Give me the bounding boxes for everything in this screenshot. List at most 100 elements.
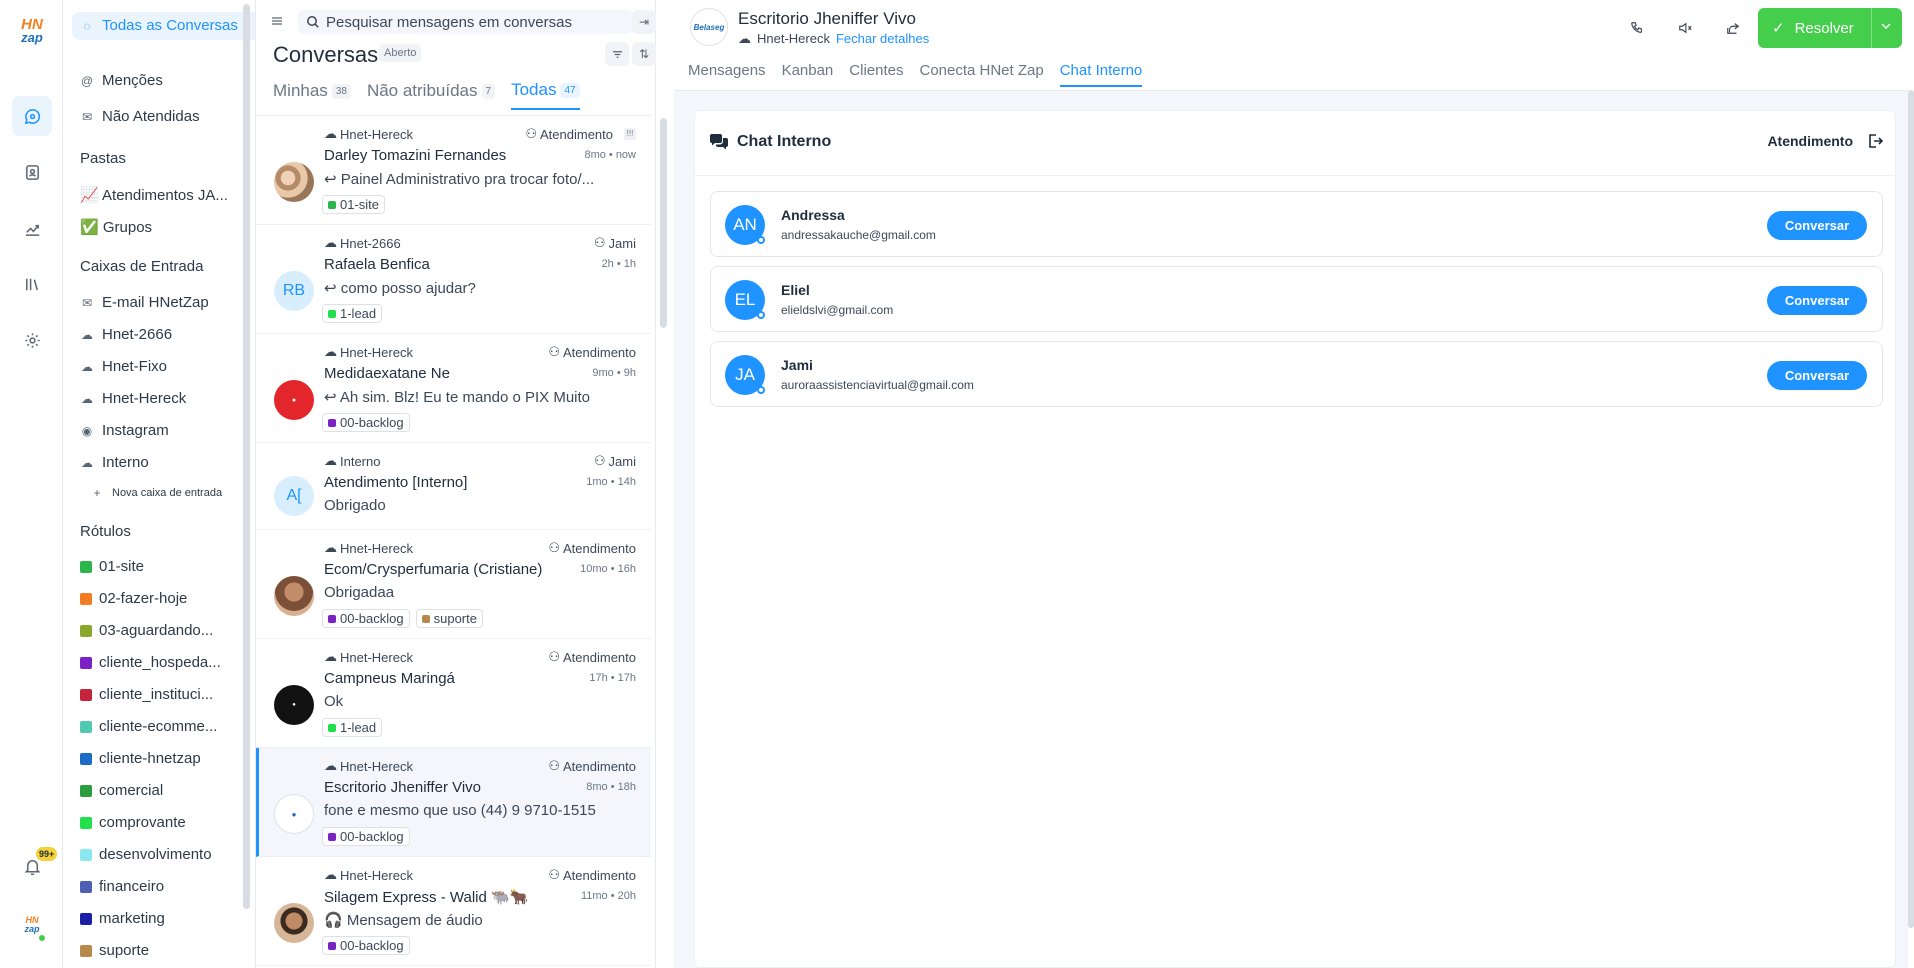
sidebar-item-label: 01-site — [99, 558, 145, 575]
mute-icon[interactable] — [1674, 17, 1696, 39]
tab-all[interactable]: Todas 47 — [511, 80, 580, 110]
search-input[interactable] — [326, 13, 626, 31]
conversation-row[interactable]: ● ☁ Hnet-Hereck ⚇ Atendimento Campneus Mar… — [256, 639, 651, 748]
assignee-label: Atendimento — [563, 758, 636, 774]
online-status-dot — [757, 236, 765, 244]
contact-name: Silagem Express - Walid 🐃🐂 — [324, 889, 529, 906]
label-list: 00-backlog — [322, 413, 410, 432]
sidebar-item-label: cliente_instituci... — [99, 686, 214, 703]
share-icon[interactable] — [1722, 17, 1744, 39]
sort-icon[interactable]: ⇅ — [632, 42, 656, 66]
inbox-label: Hnet-Hereck — [340, 540, 413, 556]
conversation-row[interactable]: ● ☁ Hnet-Hereck ⚇ Atendimento Medidaexatan… — [256, 334, 651, 443]
timestamp: 11mo • 20h — [580, 890, 636, 902]
inbox-label: Hnet-Hereck — [757, 31, 830, 46]
conversation-row[interactable]: A[ ☁ Interno ⚇ Jami Atendimento [Interno] … — [256, 443, 651, 530]
label-chip: 00-backlog — [322, 827, 410, 846]
sidebar-item-label: Instagram — [102, 422, 169, 439]
contact-name: Darley Tomazini Fernandes — [324, 147, 507, 164]
conversations-nav-icon[interactable] — [12, 96, 52, 136]
conversation-row-selected[interactable]: ● ☁ Hnet-Hereck ⚇ Atendimento Escritorio J… — [256, 748, 651, 857]
avatar — [274, 162, 314, 202]
phone-icon[interactable] — [1626, 17, 1648, 39]
team-selector[interactable]: Atendimento — [1767, 133, 1883, 149]
tab-label: Minhas — [273, 81, 328, 100]
online-status-dot — [38, 934, 46, 942]
online-status-dot — [757, 386, 765, 394]
tab-mine[interactable]: Minhas 38 — [273, 80, 351, 110]
label-color-swatch — [80, 880, 92, 893]
profile-avatar[interactable]: HN zap — [20, 916, 46, 942]
logo-bottom: zap — [21, 30, 43, 45]
contact-avatar[interactable]: Belaseg — [690, 8, 728, 46]
settings-gear-icon[interactable] — [12, 320, 52, 360]
sidebar-item-label: Hnet-Fixo — [102, 358, 168, 375]
assignee-label: Atendimento — [540, 126, 613, 142]
logout-icon[interactable] — [1867, 133, 1883, 149]
last-message: ↩ como posso ajudar? — [324, 280, 476, 297]
check-icon: ✓ — [1772, 20, 1785, 37]
conversation-list-scrollbar[interactable] — [660, 118, 667, 328]
main-scrollbar[interactable] — [1908, 90, 1914, 928]
new-inbox-label: Nova caixa de entrada — [112, 487, 223, 499]
mail-icon: ✉ — [81, 295, 93, 310]
tab-internal-chat[interactable]: Chat Interno — [1059, 62, 1143, 87]
label-list: 00-backlog — [322, 936, 410, 955]
chevron-down-icon[interactable] — [1880, 20, 1892, 32]
conversation-row[interactable]: ☁ Hnet-Hereck ⚇ Atendimento Silagem Expres… — [256, 857, 651, 966]
sidebar-item-label: comercial — [99, 782, 164, 799]
label-text: 01-site — [340, 197, 380, 212]
sidebar-item-label: ✅ Grupos — [80, 219, 153, 236]
tab-count: 47 — [560, 82, 580, 98]
label-chip: 00-backlog — [322, 413, 410, 432]
sidebar-scrollbar[interactable] — [243, 4, 250, 909]
tab-messages[interactable]: Mensagens — [688, 62, 766, 87]
library-nav-icon[interactable] — [12, 264, 52, 304]
assignee: ⚇ Atendimento!!! — [525, 126, 636, 142]
reports-nav-icon[interactable] — [12, 208, 52, 248]
divider — [695, 175, 1895, 176]
inbox-name: ☁ Hnet-Hereck — [324, 649, 413, 665]
tab-clients[interactable]: Clientes — [849, 62, 903, 87]
inboxes-heading: Caixas de Entrada — [80, 258, 204, 275]
resolve-label: Resolver — [1794, 19, 1854, 37]
hamburger-menu-icon[interactable] — [270, 14, 284, 28]
tab-kanban[interactable]: Kanban — [782, 62, 834, 87]
label-text: 00-backlog — [340, 415, 404, 430]
person-icon: ⚇ — [593, 235, 606, 250]
cloud-icon: ☁ — [81, 359, 93, 374]
conversation-row[interactable]: ☁ Hnet-Hereck ⚇ Atendimento!!! Darley Toma… — [256, 116, 651, 225]
resolve-button[interactable]: ✓ Resolver — [1758, 8, 1902, 48]
cloud-icon: ☁ — [324, 235, 337, 250]
filter-icon[interactable] — [605, 42, 629, 66]
label-color-swatch — [80, 912, 92, 925]
collapse-sidebar-icon[interactable]: ⇥ — [632, 10, 656, 34]
search-bar[interactable] — [298, 10, 633, 34]
converse-button[interactable]: Conversar — [1767, 211, 1867, 240]
assignee: ⚇ Atendimento — [548, 344, 636, 360]
sidebar-item-label: cliente_hospeda... — [99, 654, 221, 671]
converse-button[interactable]: Conversar — [1767, 361, 1867, 390]
tab-unassigned[interactable]: Não atribuídas 7 — [367, 80, 496, 110]
chat-bubble-icon: ◌ — [83, 19, 91, 33]
assignee-label: Atendimento — [563, 649, 636, 665]
avatar — [274, 576, 314, 616]
profile-logo-bottom: zap — [24, 924, 40, 934]
brand-logo[interactable]: HN zap — [15, 14, 49, 48]
last-message: Ok — [324, 693, 344, 710]
person-icon: ⚇ — [548, 344, 560, 359]
sidebar-item-label: cliente-ecomme... — [99, 718, 218, 735]
conversation-row[interactable]: ☁ Hnet-Hereck ⚇ Atendimento Ecom/Crysperfu… — [256, 530, 651, 639]
priority-icon: !!! — [624, 128, 636, 140]
close-details-link[interactable]: Fechar detalhes — [836, 31, 929, 47]
status-filter-badge[interactable]: Aberto — [379, 44, 422, 62]
conversation-row[interactable]: RB ☁ Hnet-2666 ⚇ Jami Rafaela Benfica 2h •… — [256, 225, 651, 334]
inbox-name: ☁ Hnet-Hereck — [324, 867, 413, 883]
cloud-icon: ☁ — [81, 391, 93, 406]
inbox-label: Hnet-Hereck — [340, 126, 413, 142]
sidebar-item-label: 02-fazer-hoje — [99, 590, 188, 607]
contacts-nav-icon[interactable] — [12, 152, 52, 192]
tab-conecta[interactable]: Conecta HNet Zap — [919, 62, 1043, 87]
converse-button[interactable]: Conversar — [1767, 286, 1867, 315]
avatar — [274, 903, 314, 943]
